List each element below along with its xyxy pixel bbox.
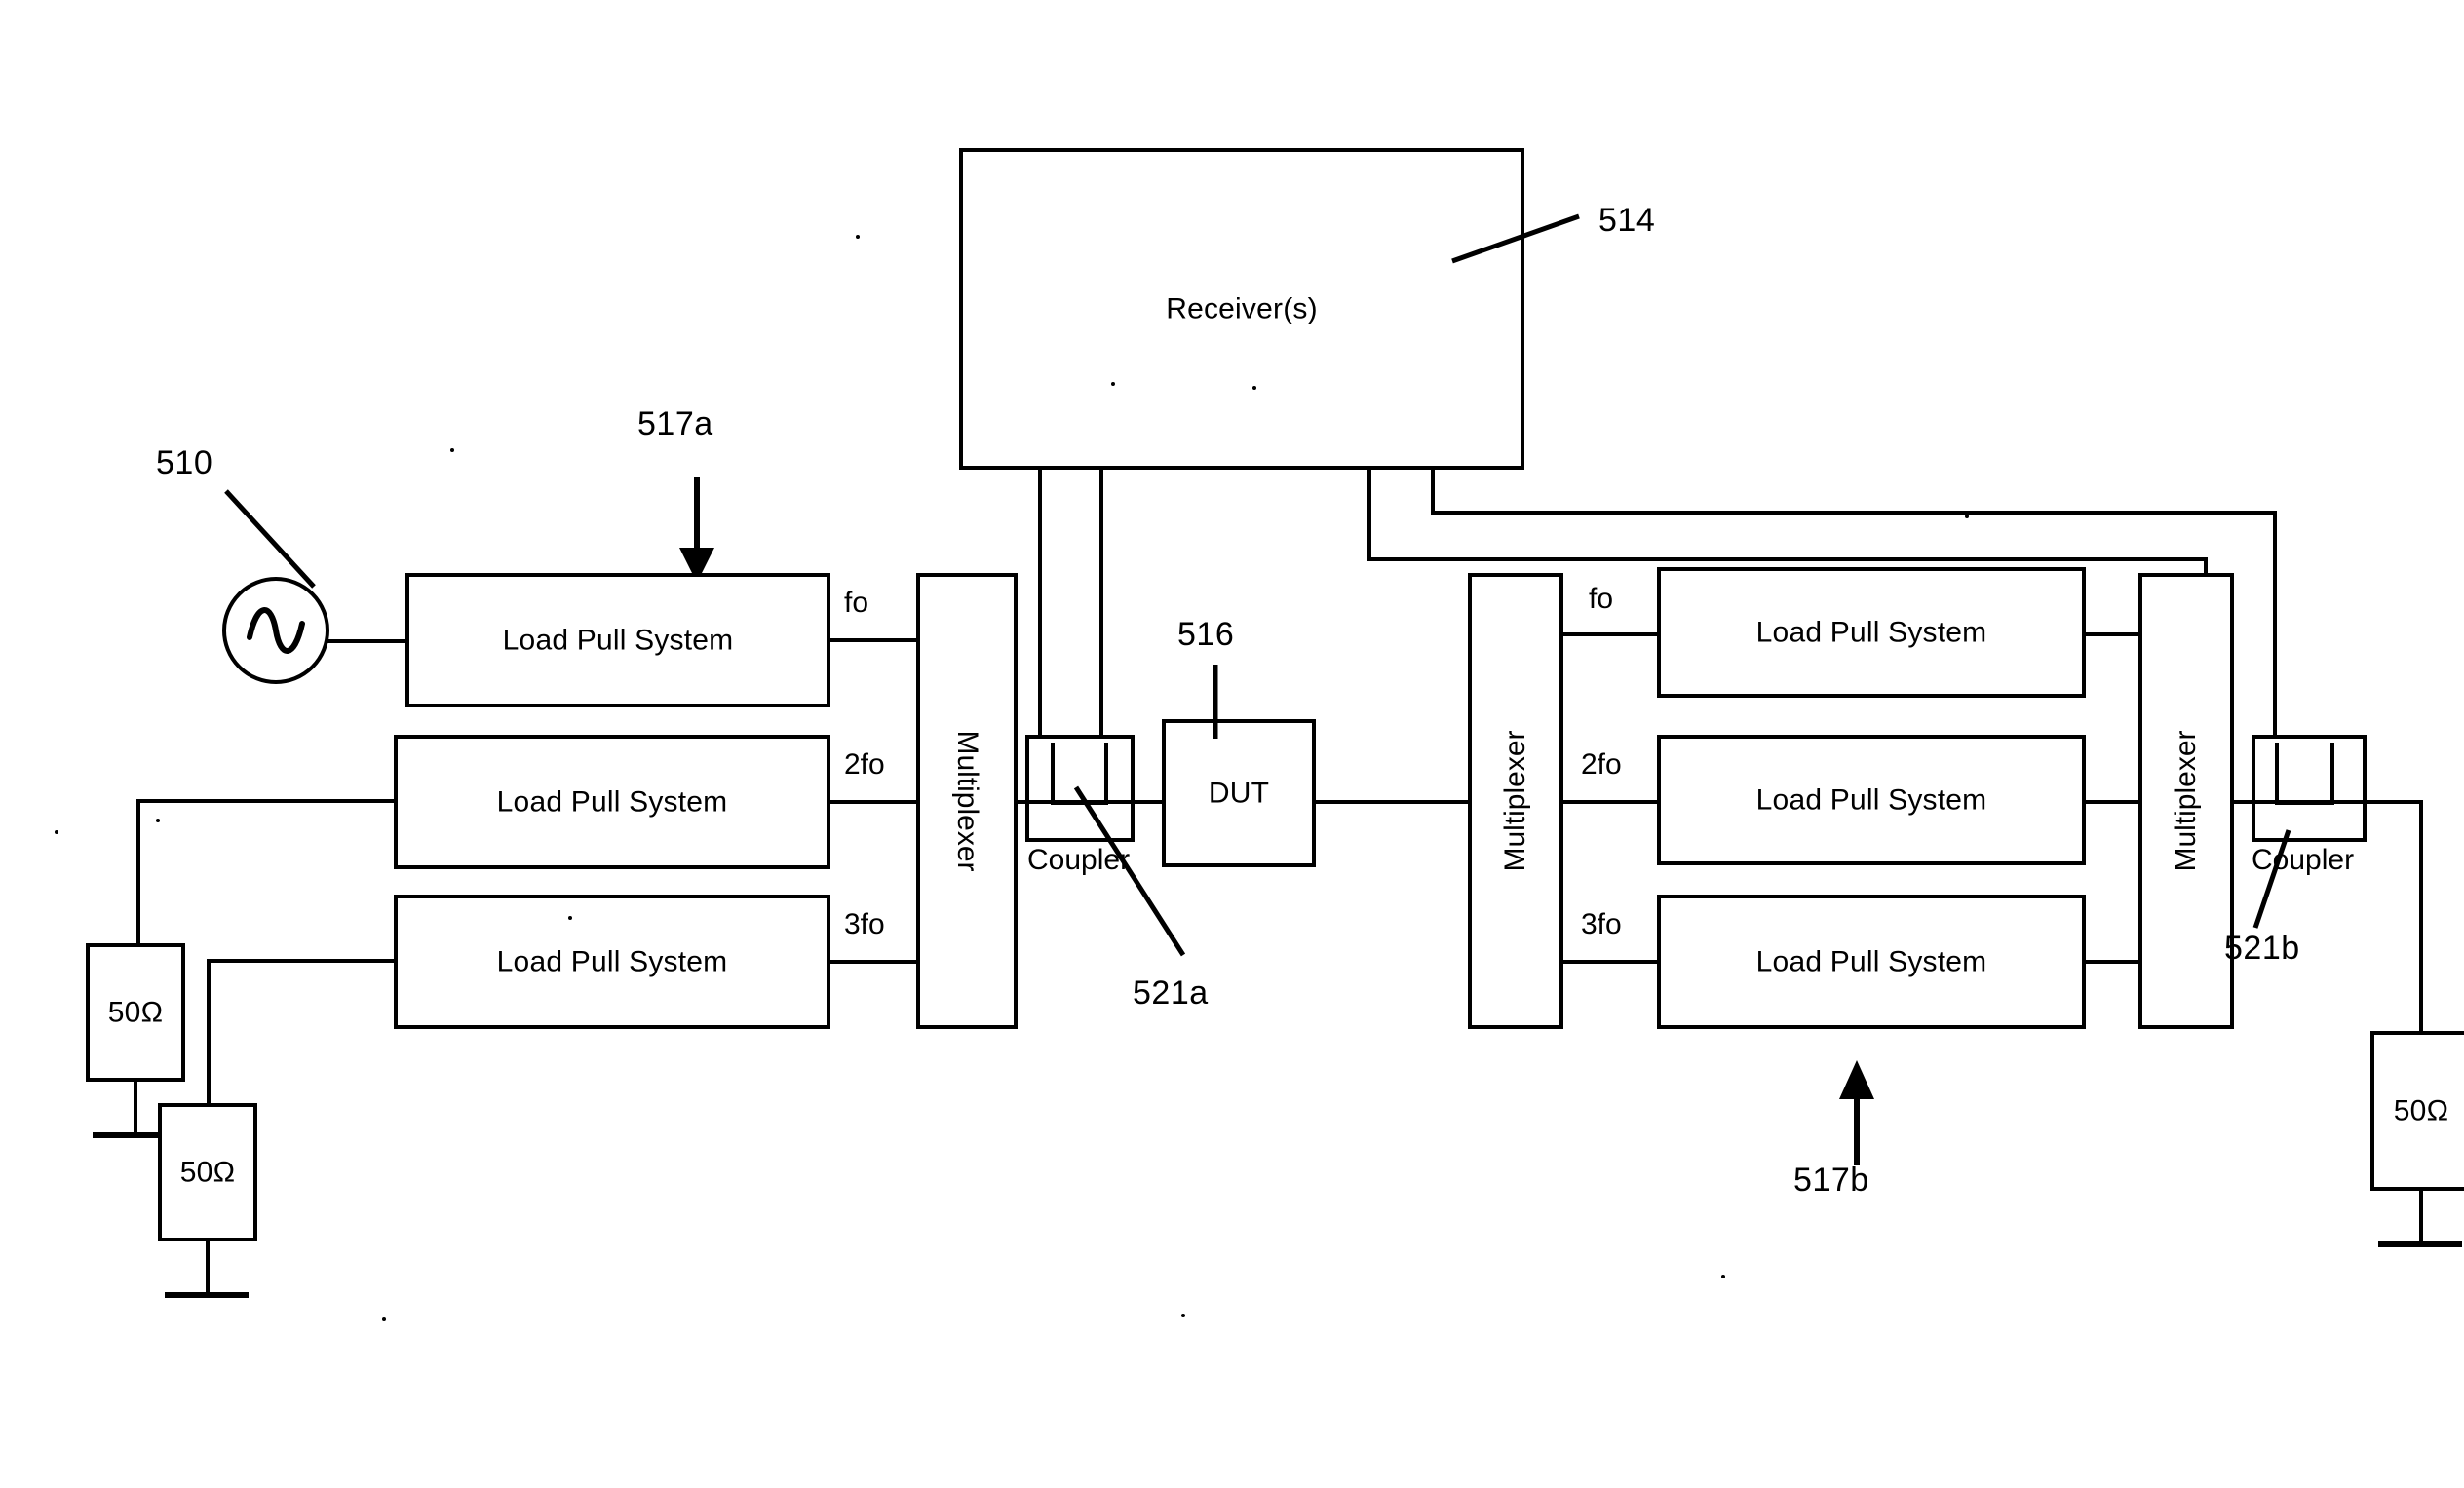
- term2-run: [207, 959, 398, 963]
- lps-fo-to-mux-wire: [827, 638, 920, 642]
- load-port-label-2fo: 2fo: [1581, 748, 1622, 781]
- multiplexer-far-right: Multiplexer: [2138, 573, 2234, 1029]
- ref-516-label: 516: [1177, 616, 1235, 653]
- signal-source: [222, 577, 329, 684]
- scan-speck: [1252, 386, 1256, 390]
- term1-run: [136, 799, 398, 803]
- load-load-pull-system-2fo: Load Pull System: [1657, 735, 2086, 865]
- load-port-label-fo: fo: [1589, 583, 1614, 615]
- term2-riser: [207, 959, 211, 1105]
- receiver-to-output-coupler-line-1-v2: [2273, 511, 2277, 741]
- sine-source-icon: [247, 607, 305, 654]
- output-coupler-to-termination-h: [2367, 800, 2423, 804]
- source-load-pull-system-3fo: Load Pull System: [394, 895, 830, 1029]
- output-coupler-to-termination-v: [2419, 800, 2423, 1034]
- ref-517b-arrow: [1839, 1060, 1874, 1165]
- ref-521b-leader: [2252, 829, 2291, 929]
- figure-canvas: Receiver(s) 514 510 517a Load Pull Syste…: [0, 0, 2464, 1488]
- lps-fo-to-mux-right2-wire: [2082, 632, 2142, 636]
- load-port-label-3fo: 3fo: [1581, 908, 1622, 940]
- receivers-label: Receiver(s): [1166, 292, 1318, 325]
- lps-2fo-to-mux-wire: [827, 800, 920, 804]
- multiplexer-right-label: Multiplexer: [1499, 730, 1531, 872]
- ref-521a-label: 521a: [1133, 974, 1209, 1011]
- termination-50ohm-2-ground-icon: [165, 1292, 249, 1298]
- scan-speck: [55, 830, 58, 834]
- dut-label: DUT: [1208, 777, 1270, 810]
- ref-516-leader: [1213, 665, 1218, 739]
- receiver-to-input-coupler-line-2: [1099, 466, 1103, 739]
- scan-speck: [1181, 1314, 1185, 1317]
- source-load-pull-system-3fo-label: Load Pull System: [496, 945, 728, 978]
- output-coupler-inner-u-right: [2330, 743, 2334, 805]
- scan-speck: [856, 235, 860, 239]
- scan-speck: [156, 819, 160, 822]
- output-coupler-inner-u-left: [2275, 743, 2279, 805]
- termination-50ohm-2-label: 50Ω: [179, 1156, 236, 1189]
- receiver-to-output-coupler-line-2-h: [1367, 557, 2208, 561]
- termination-50ohm-1: 50Ω: [86, 943, 185, 1082]
- scan-speck: [382, 1317, 386, 1321]
- scan-speck: [1965, 515, 1969, 518]
- load-load-pull-system-2fo-label: Load Pull System: [1755, 783, 1987, 817]
- mux-right-to-lps-fo-wire: [1559, 632, 1657, 636]
- multiplexer-right: Multiplexer: [1468, 573, 1563, 1029]
- scan-speck: [1721, 1275, 1725, 1278]
- source-port-label-2fo: 2fo: [844, 748, 885, 781]
- load-load-pull-system-3fo-label: Load Pull System: [1755, 945, 1987, 978]
- source-port-label-3fo: 3fo: [844, 908, 885, 940]
- source-port-label-fo: fo: [844, 587, 869, 619]
- load-load-pull-system-3fo: Load Pull System: [1657, 895, 2086, 1029]
- receiver-to-output-coupler-line-1-v1: [1431, 466, 1435, 515]
- source-load-pull-system-fo-label: Load Pull System: [502, 624, 734, 657]
- termination-50ohm-2-gnd-stem: [206, 1240, 210, 1296]
- termination-50ohm-3-gnd-stem: [2419, 1189, 2423, 1245]
- scan-speck: [1111, 382, 1115, 386]
- output-coupler: [2252, 735, 2367, 842]
- load-load-pull-system-fo-label: Load Pull System: [1755, 616, 1987, 649]
- termination-50ohm-1-gnd-stem: [134, 1080, 137, 1136]
- receiver-to-output-coupler-line-2-v1: [1367, 466, 1371, 561]
- lps-2fo-to-mux-right2-wire: [2082, 800, 2142, 804]
- ref-510-label: 510: [156, 444, 213, 481]
- source-load-pull-system-2fo-label: Load Pull System: [496, 785, 728, 819]
- scan-speck: [568, 916, 572, 920]
- ref-517a-arrow: [679, 477, 714, 583]
- termination-50ohm-3-ground-icon: [2378, 1241, 2462, 1247]
- mux-right-to-lps-2fo-wire: [1559, 800, 1657, 804]
- receiver-to-output-coupler-line-1-h: [1431, 511, 2277, 515]
- ref-517b-label: 517b: [1793, 1162, 1869, 1199]
- source-lead-wire: [327, 639, 411, 643]
- termination-50ohm-3: 50Ω: [2370, 1031, 2464, 1191]
- termination-50ohm-3-label: 50Ω: [2393, 1094, 2449, 1127]
- load-load-pull-system-fo: Load Pull System: [1657, 567, 2086, 698]
- multiplexer-far-right-label: Multiplexer: [2170, 730, 2202, 872]
- scan-speck: [450, 448, 454, 452]
- input-coupler-inner-u-left: [1051, 743, 1055, 805]
- mux-right-to-lps-3fo-wire: [1559, 960, 1657, 964]
- source-load-pull-system-2fo: Load Pull System: [394, 735, 830, 869]
- termination-50ohm-1-label: 50Ω: [107, 996, 164, 1029]
- output-coupler-through-line: [2252, 800, 2367, 804]
- lps-3fo-to-mux-right2-wire: [2082, 960, 2142, 964]
- multiplexer-left-label: Multiplexer: [951, 730, 983, 872]
- lps-3fo-to-mux-wire: [827, 960, 920, 964]
- dut-block: DUT: [1162, 719, 1316, 867]
- termination-50ohm-2: 50Ω: [158, 1103, 257, 1241]
- receivers-block: Receiver(s): [959, 148, 1524, 470]
- receiver-to-input-coupler-line-1: [1038, 466, 1042, 739]
- source-load-pull-system-fo: Load Pull System: [405, 573, 830, 707]
- multiplexer-left: Multiplexer: [916, 573, 1018, 1029]
- term1-riser: [136, 799, 140, 945]
- dut-to-mux-right-wire: [1316, 800, 1476, 804]
- input-coupler-to-dut-wire: [1135, 800, 1164, 804]
- ref-514-leader: [1451, 213, 1580, 264]
- ref-514-label: 514: [1598, 202, 1656, 239]
- ref-510-leader: [224, 489, 316, 589]
- ref-517a-label: 517a: [637, 405, 713, 442]
- ref-521b-label: 521b: [2224, 930, 2300, 967]
